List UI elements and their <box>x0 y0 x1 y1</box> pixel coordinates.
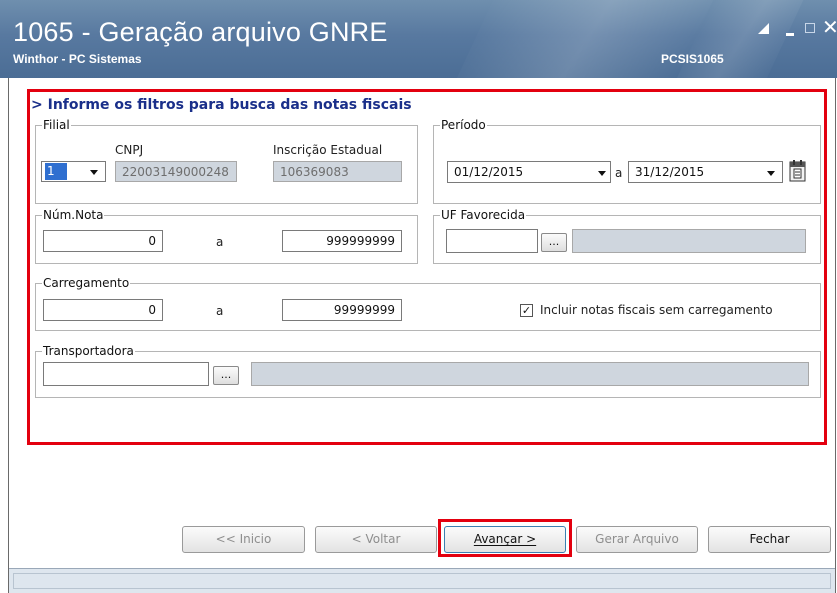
filters-highlight-frame <box>27 89 827 445</box>
close-icon[interactable]: ✕ <box>822 15 837 39</box>
voltar-button[interactable]: < Voltar <box>315 526 437 553</box>
maximize-icon[interactable] <box>805 23 815 33</box>
app-window: 1065 - Geração arquivo GNRE Winthor - PC… <box>0 0 837 593</box>
title-bar-glare <box>437 0 723 78</box>
fechar-button[interactable]: Fechar <box>708 526 831 553</box>
window-border-right <box>835 78 836 593</box>
gerar-arquivo-button[interactable]: Gerar Arquivo <box>576 526 698 553</box>
inicio-button[interactable]: << Inicio <box>182 526 305 553</box>
status-bar-panel <box>13 573 831 589</box>
minimize-icon[interactable] <box>786 33 794 36</box>
window-title: 1065 - Geração arquivo GNRE <box>13 17 388 47</box>
status-bar <box>9 568 835 593</box>
avancar-highlight-frame <box>438 519 572 557</box>
program-code: PCSIS1065 <box>661 52 724 66</box>
title-bar[interactable]: 1065 - Geração arquivo GNRE Winthor - PC… <box>0 0 837 78</box>
window-subtitle: Winthor - PC Sistemas <box>13 52 142 66</box>
